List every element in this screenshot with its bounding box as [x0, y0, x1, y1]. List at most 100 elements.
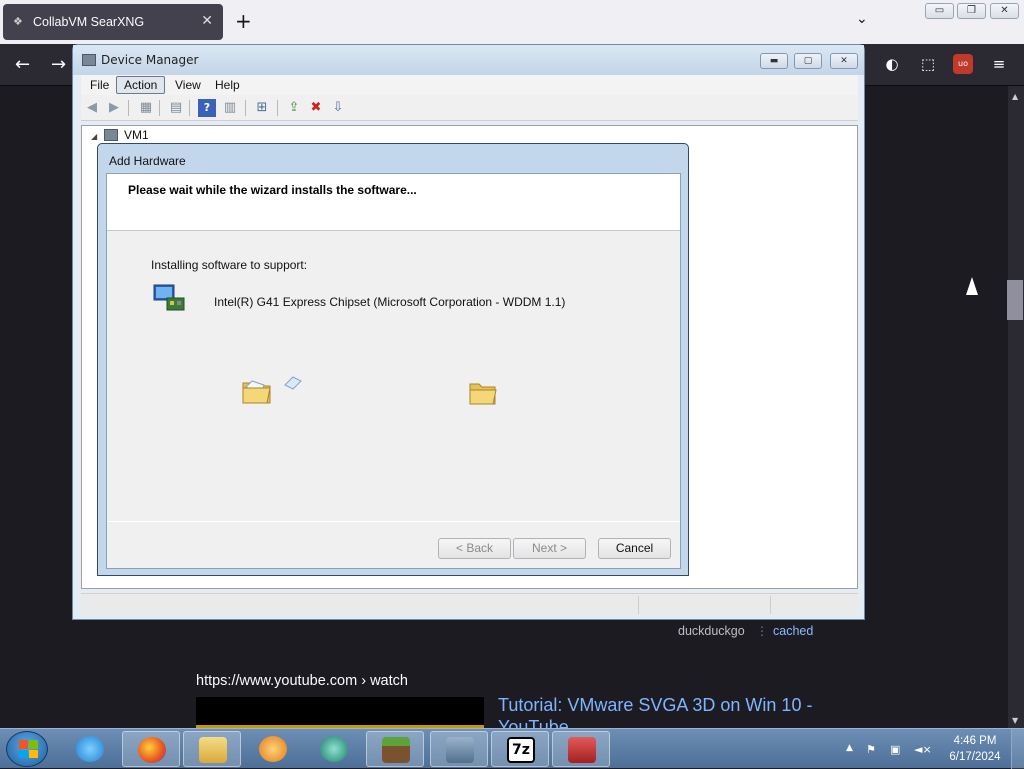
network-icon[interactable]: ▣: [890, 743, 900, 756]
window-close-button[interactable]: ✕: [990, 3, 1019, 19]
taskbar-toolbox[interactable]: [552, 731, 610, 767]
show-desktop-button[interactable]: [1011, 729, 1024, 769]
source-folder-icon: [242, 380, 271, 404]
tree-expand-icon[interactable]: ◢: [91, 132, 97, 141]
status-bar: [81, 593, 858, 615]
minecraft-icon: [382, 737, 410, 763]
menu-action[interactable]: Action: [116, 76, 166, 94]
mouse-cursor: [966, 277, 978, 295]
flying-document-icon: [284, 376, 302, 390]
status-separator: [638, 596, 639, 614]
back-arrow-icon[interactable]: ◀: [83, 99, 101, 117]
tab-list-chevron-icon[interactable]: ⌄: [856, 11, 868, 27]
console-tree-icon[interactable]: ▦: [137, 99, 155, 117]
toolbar-separator: [189, 100, 190, 116]
tab-title: CollabVM SearXNG: [33, 15, 145, 29]
taskbar-explorer[interactable]: [183, 731, 241, 767]
toolbar: ◀ ▶ ▦ ▤ ? ▥ ⊞ ⇪ ✖ ⇩: [81, 95, 858, 121]
taskbar-app[interactable]: [305, 731, 363, 767]
windows-taskbar: 7z ▲ ⚑ ▣ ◄× 4:46 PM 6/17/2024: [0, 728, 1024, 769]
7zip-icon: 7z: [507, 737, 535, 763]
device-name: Intel(R) G41 Express Chipset (Microsoft …: [214, 295, 566, 309]
extensions-icon[interactable]: ⬚: [918, 54, 938, 74]
system-clock[interactable]: 4:46 PM 6/17/2024: [940, 733, 1010, 765]
result-url[interactable]: https://www.youtube.com › watch: [196, 673, 408, 689]
toolbox-icon: [568, 737, 596, 763]
back-button[interactable]: < Back: [438, 538, 511, 559]
dm-minimize-button[interactable]: ▬: [760, 53, 788, 69]
device-manager-icon: [82, 54, 96, 66]
device-manager-titlebar[interactable]: Device Manager ▬ ▢ ✕: [73, 45, 864, 75]
menu-bar: File Action View Help: [81, 75, 858, 95]
taskbar-device-manager[interactable]: [430, 731, 488, 767]
scrollbar-thumb[interactable]: [1007, 280, 1023, 320]
start-button[interactable]: [6, 731, 48, 767]
page-scrollbar[interactable]: [1008, 86, 1024, 728]
tree-root-label[interactable]: VM1: [124, 128, 149, 142]
menu-file[interactable]: File: [83, 76, 116, 94]
menu-help[interactable]: Help: [208, 76, 247, 94]
show-hidden-icons-icon[interactable]: ▲: [846, 743, 853, 753]
dm-maximize-button[interactable]: ▢: [794, 53, 822, 69]
window-minimize-button[interactable]: ▭: [925, 3, 954, 19]
device-manager-icon: [446, 737, 474, 763]
update-driver-icon[interactable]: ⇪: [285, 99, 303, 117]
computer-icon: [104, 129, 118, 141]
clock-date: 6/17/2024: [949, 751, 1001, 763]
add-hardware-dialog: Add Hardware Please wait while the wizar…: [97, 143, 689, 576]
internet-explorer-icon: [76, 736, 104, 762]
device-manager-title: Device Manager: [101, 53, 199, 67]
toolbar-separator: [277, 100, 278, 116]
folder-icon: [199, 737, 227, 763]
properties-icon[interactable]: ▤: [167, 99, 185, 117]
browser-tab-bar: ❖ CollabVM SearXNG ✕ + ⌄ ▭ ❐ ✕: [0, 0, 1024, 44]
view-icon[interactable]: ▥: [221, 99, 239, 117]
tab-close-icon[interactable]: ✕: [201, 12, 213, 29]
result-source: duckduckgo: [678, 624, 745, 638]
forward-arrow-icon[interactable]: →: [51, 54, 66, 75]
volume-muted-icon[interactable]: ◄×: [914, 743, 932, 756]
menu-icon[interactable]: ≡: [989, 54, 1009, 74]
scroll-down-icon[interactable]: ▼: [1012, 716, 1018, 725]
result-thumbnail[interactable]: [196, 697, 484, 728]
back-arrow-icon[interactable]: ←: [15, 54, 30, 75]
forward-arrow-icon[interactable]: ▶: [105, 99, 123, 117]
cancel-button[interactable]: Cancel: [598, 538, 671, 559]
display-adapter-icon: [153, 284, 185, 311]
taskbar-firefox[interactable]: [122, 731, 180, 767]
privacy-icon[interactable]: ◐: [882, 54, 902, 74]
toolbar-separator: [128, 100, 129, 116]
windows-logo-icon: [19, 740, 38, 758]
disable-device-icon[interactable]: ⇩: [329, 99, 347, 117]
dialog-separator: [107, 521, 680, 522]
scroll-up-icon[interactable]: ▲: [1012, 92, 1018, 101]
dialog-header: Please wait while the wizard installs th…: [107, 174, 680, 231]
dialog-heading: Please wait while the wizard installs th…: [128, 183, 417, 197]
taskbar-media-player[interactable]: [244, 731, 302, 767]
toolbar-separator: [245, 100, 246, 116]
window-restore-button[interactable]: ❐: [957, 3, 986, 19]
dm-close-button[interactable]: ✕: [830, 53, 858, 69]
help-icon[interactable]: ?: [198, 99, 216, 117]
searxng-icon: ❖: [13, 16, 23, 28]
taskbar-internet-explorer[interactable]: [61, 731, 119, 767]
result-cached-link[interactable]: cached: [773, 624, 813, 638]
menu-view[interactable]: View: [168, 76, 208, 94]
installing-label: Installing software to support:: [151, 258, 308, 272]
action-center-flag-icon[interactable]: ⚑: [866, 743, 876, 756]
next-button[interactable]: Next >: [513, 538, 586, 559]
result-separator: ⋮: [756, 624, 768, 638]
destination-folder-icon: [469, 383, 497, 405]
app-icon: [320, 736, 348, 762]
status-separator: [770, 596, 771, 614]
dialog-title: Add Hardware: [109, 154, 186, 168]
firefox-icon: [138, 737, 166, 763]
scan-hardware-icon[interactable]: ⊞: [253, 99, 271, 117]
media-player-icon: [259, 736, 287, 762]
uninstall-icon[interactable]: ✖: [307, 99, 325, 117]
new-tab-button[interactable]: +: [235, 9, 252, 33]
taskbar-minecraft[interactable]: [366, 731, 424, 767]
ublock-icon[interactable]: uo: [953, 54, 973, 74]
taskbar-7zip[interactable]: 7z: [491, 731, 549, 767]
browser-tab[interactable]: ❖ CollabVM SearXNG ✕: [3, 4, 223, 40]
